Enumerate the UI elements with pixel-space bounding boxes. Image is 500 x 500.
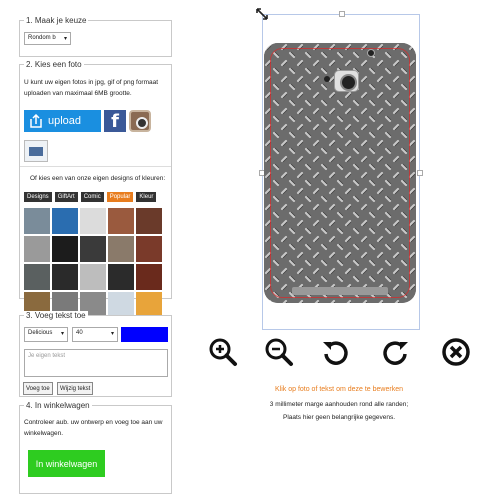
text-color-picker[interactable]	[121, 327, 168, 342]
step4-legend: 4. In winkelwagen	[24, 401, 92, 410]
design-swatch[interactable]	[136, 264, 162, 290]
design-swatch[interactable]	[80, 236, 106, 262]
zoom-out-icon[interactable]	[264, 337, 294, 367]
step3-legend: 3. Voeg tekst toe	[24, 311, 88, 320]
design-swatch[interactable]	[80, 264, 106, 290]
design-swatch[interactable]	[24, 236, 50, 262]
chevron-down-icon: ▾	[63, 36, 67, 42]
design-swatch[interactable]	[24, 264, 50, 290]
delete-icon[interactable]	[441, 337, 471, 367]
design-tab-giftart[interactable]: GiftArt	[54, 192, 78, 202]
divider	[20, 166, 171, 167]
design-swatch-grid	[24, 208, 162, 318]
chevron-down-icon: ▾	[110, 331, 114, 337]
option-select[interactable]: Rondom b ▾	[24, 32, 71, 45]
design-tab-kleur[interactable]: Kleur	[136, 192, 157, 202]
resize-handle-right[interactable]	[417, 170, 423, 176]
design-swatch[interactable]	[80, 208, 106, 234]
option-select-value: Rondom b	[28, 35, 56, 41]
custom-text-input[interactable]: Je eigen tekst	[24, 349, 168, 377]
safe-margin-outline	[270, 48, 410, 298]
edit-text-button[interactable]: Wijzig tekst	[57, 382, 94, 395]
chevron-down-icon: ▾	[60, 331, 64, 337]
design-tab-popular[interactable]: Popular	[106, 192, 134, 202]
design-swatch[interactable]	[52, 236, 78, 262]
design-swatch[interactable]	[108, 236, 134, 262]
design-swatch[interactable]	[24, 208, 50, 234]
resize-handle-top[interactable]	[339, 11, 345, 17]
font-select[interactable]: Delicious ▾	[24, 327, 68, 342]
design-swatch[interactable]	[108, 208, 134, 234]
design-tab-designs[interactable]: Designs	[24, 192, 52, 202]
size-select[interactable]: 40 ▾	[72, 327, 118, 342]
rotate-left-icon[interactable]	[320, 337, 350, 367]
step1-panel: 1. Maak je keuze Rondom b ▾	[19, 16, 172, 57]
designs-intro: Of kies een van onze eigen designs of kl…	[30, 175, 166, 182]
cart-instructions: Controleer aub. uw ontwerp en voeg toe a…	[24, 419, 163, 437]
upload-icon	[30, 114, 42, 128]
upload-label: upload	[48, 115, 82, 127]
add-to-cart-button[interactable]: In winkelwagen	[28, 450, 105, 477]
design-tabs: Designs GiftArt Comic Popular Kleur	[24, 192, 157, 202]
step1-legend: 1. Maak je keuze	[24, 16, 89, 25]
step2-panel: 2. Kies een foto U kunt uw eigen fotos i…	[19, 60, 172, 318]
step3-panel: 3. Voeg tekst toe Delicious ▾ 40 ▾ Je ei…	[19, 311, 172, 397]
uploaded-photo-thumbnail[interactable]	[24, 140, 48, 162]
design-swatch[interactable]	[136, 208, 162, 234]
margin-hint: 3 millimeter marge aanhouden rond alle r…	[269, 401, 409, 408]
design-swatch[interactable]	[108, 264, 134, 290]
zoom-in-icon[interactable]	[208, 337, 238, 367]
design-swatch[interactable]	[136, 236, 162, 262]
facebook-icon[interactable]: f	[104, 110, 126, 132]
instagram-icon[interactable]	[129, 110, 151, 132]
font-select-value: Delicious	[28, 330, 53, 336]
step2-legend: 2. Kies een foto	[24, 60, 84, 69]
edit-hint: Klik op foto of tekst om deze te bewerke…	[274, 386, 403, 393]
design-swatch[interactable]	[52, 264, 78, 290]
resize-arrows-icon[interactable]	[256, 8, 268, 22]
size-select-value: 40	[76, 330, 83, 336]
custom-text-placeholder: Je eigen tekst	[28, 353, 66, 359]
add-text-button[interactable]: Voeg toe	[23, 382, 53, 395]
upload-intro: U kunt uw eigen fotos in jpg, gif of png…	[24, 79, 159, 97]
design-tab-comic[interactable]: Comic	[80, 192, 104, 202]
step4-panel: 4. In winkelwagen Controleer aub. uw ont…	[19, 401, 172, 494]
data-hint: Plaats hier geen belangrijke gegevens.	[282, 414, 396, 421]
design-swatch[interactable]	[52, 208, 78, 234]
upload-button[interactable]: upload	[24, 110, 101, 132]
rotate-right-icon[interactable]	[381, 337, 411, 367]
